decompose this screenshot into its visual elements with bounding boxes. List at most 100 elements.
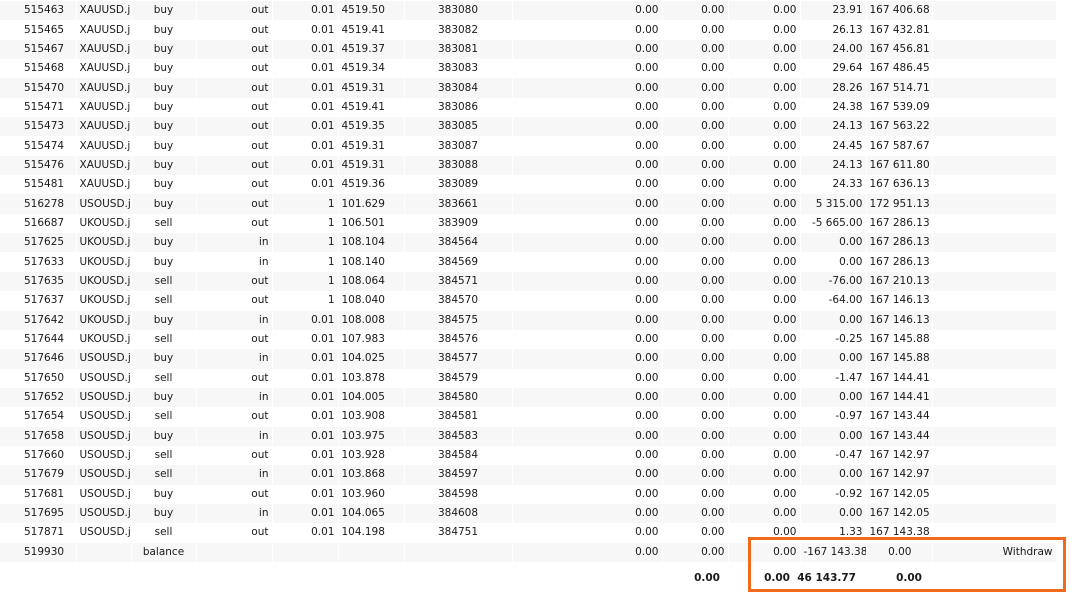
symbol-cell: UKOUSD.j xyxy=(76,329,132,350)
order-cell: 384569 xyxy=(404,252,513,272)
deal-cell: 515463 xyxy=(0,1,77,21)
order-cell: 384584 xyxy=(404,445,513,466)
volume-cell: 0.01 xyxy=(272,445,339,466)
order-cell: 384583 xyxy=(404,426,513,446)
type-cell: buy xyxy=(131,136,197,156)
type-cell: buy xyxy=(131,387,197,408)
profit-cell: -64.00 xyxy=(800,291,867,311)
volume-cell: 0.01 xyxy=(272,175,339,195)
fee-cell: 0.00 xyxy=(662,387,729,408)
fee-cell: 0.00 xyxy=(662,59,729,79)
direction-cell: out xyxy=(196,59,273,79)
commission-cell: 0.00 xyxy=(512,97,663,118)
volume-cell: 1 xyxy=(272,271,339,292)
empty-cell xyxy=(272,542,339,562)
profit-cell: -0.97 xyxy=(800,407,867,427)
commission-cell: 0.00 xyxy=(512,213,663,234)
order-cell: 383088 xyxy=(404,155,513,176)
comment-cell xyxy=(932,523,1057,543)
table-row: 517660 USOUSD.j sell out 0.01 103.928 384584 0.… xyxy=(0,445,1057,466)
type-cell: buy xyxy=(131,175,197,195)
price-cell: 108.104 xyxy=(338,233,405,253)
volume-cell: 0.01 xyxy=(272,20,339,40)
commission-cell: 0.00 xyxy=(512,329,663,350)
volume-cell: 0.01 xyxy=(272,523,339,543)
direction-cell: in xyxy=(196,503,273,524)
table-row: 517650 USOUSD.j sell out 0.01 103.878 384579 0.… xyxy=(0,368,1057,388)
order-cell: 383661 xyxy=(404,194,513,214)
balance-cell: 167 286.13 xyxy=(866,252,933,272)
profit-cell: -5 665.00 xyxy=(800,213,867,234)
balance-cell: 167 145.88 xyxy=(866,329,933,350)
fee-cell: 0.00 xyxy=(662,39,729,60)
total-swap: 0.00 xyxy=(764,572,790,584)
balance-cell: 167 142.05 xyxy=(866,484,933,504)
symbol-cell: UKOUSD.j xyxy=(76,291,132,311)
price-cell: 4519.36 xyxy=(338,175,405,195)
balance-cell: 167 144.41 xyxy=(866,368,933,388)
price-cell: 4519.41 xyxy=(338,97,405,118)
commission-cell: 0.00 xyxy=(512,465,663,485)
price-cell: 107.983 xyxy=(338,329,405,350)
comment-cell xyxy=(932,213,1057,234)
balance-type-cell: balance xyxy=(131,542,197,562)
volume-cell: 1 xyxy=(272,213,339,234)
comment-cell xyxy=(932,136,1057,156)
price-cell: 4519.35 xyxy=(338,117,405,137)
deal-cell: 517681 xyxy=(0,484,77,504)
comment-cell xyxy=(932,465,1057,485)
swap-cell: 0.00 xyxy=(728,291,801,311)
table-row: 517644 UKOUSD.j sell out 0.01 107.983 384576 0.… xyxy=(0,329,1057,350)
order-cell: 384597 xyxy=(404,465,513,485)
profit-cell: 24.13 xyxy=(800,117,867,137)
price-cell: 101.629 xyxy=(338,194,405,214)
fee-cell: 0.00 xyxy=(662,78,729,98)
swap-cell: 0.00 xyxy=(728,97,801,118)
commission-cell: 0.00 xyxy=(512,445,663,466)
direction-cell: out xyxy=(196,97,273,118)
price-cell: 104.005 xyxy=(338,387,405,408)
balance-row: 519930 balance 0.00 0.00 0.00 -167 143.38 0.00… xyxy=(0,542,1057,562)
fee-cell: 0.00 xyxy=(662,465,729,485)
comment-cell xyxy=(932,503,1057,524)
type-cell: buy xyxy=(131,233,197,253)
symbol-cell: UKOUSD.j xyxy=(76,271,132,292)
fee-cell: 0.00 xyxy=(662,503,729,524)
order-cell: 384576 xyxy=(404,329,513,350)
table-row: 515465 XAUUSD.j buy out 0.01 4519.41 383082 0.0… xyxy=(0,20,1057,40)
price-cell: 103.928 xyxy=(338,445,405,466)
type-cell: sell xyxy=(131,213,197,234)
profit-cell: -1.47 xyxy=(800,368,867,388)
table-row: 515467 XAUUSD.j buy out 0.01 4519.37 383081 0.0… xyxy=(0,39,1057,60)
volume-cell: 1 xyxy=(272,252,339,272)
comment-cell xyxy=(932,484,1057,504)
comment-cell xyxy=(932,368,1057,388)
symbol-cell: XAUUSD.j xyxy=(76,155,132,176)
price-cell: 108.064 xyxy=(338,271,405,292)
price-cell: 104.025 xyxy=(338,349,405,369)
balance-cell: 167 587.67 xyxy=(866,136,933,156)
type-cell: buy xyxy=(131,39,197,60)
balance-cell: 167 563.22 xyxy=(866,117,933,137)
commission-cell: 0.00 xyxy=(512,271,663,292)
fee-cell: 0.00 xyxy=(662,310,729,330)
swap-cell: 0.00 xyxy=(728,1,801,21)
table-row: 515473 XAUUSD.j buy out 0.01 4519.35 383085 0.0… xyxy=(0,117,1057,137)
profit-cell: 0.00 xyxy=(800,252,867,272)
fee-cell: 0.00 xyxy=(662,136,729,156)
symbol-cell: XAUUSD.j xyxy=(76,20,132,40)
comment-cell xyxy=(932,1,1057,21)
deal-cell: 517658 xyxy=(0,426,77,446)
direction-cell: in xyxy=(196,387,273,408)
fee-cell: 0.00 xyxy=(662,271,729,292)
direction-cell: out xyxy=(196,407,273,427)
price-cell: 4519.31 xyxy=(338,155,405,176)
balance-cell: 167 456.81 xyxy=(866,39,933,60)
direction-cell: out xyxy=(196,291,273,311)
volume-cell: 0.01 xyxy=(272,136,339,156)
price-cell: 108.008 xyxy=(338,310,405,330)
swap-cell: 0.00 xyxy=(728,39,801,60)
deal-cell: 517695 xyxy=(0,503,77,524)
table-row: 515471 XAUUSD.j buy out 0.01 4519.41 383086 0.0… xyxy=(0,97,1057,118)
order-cell: 383084 xyxy=(404,78,513,98)
